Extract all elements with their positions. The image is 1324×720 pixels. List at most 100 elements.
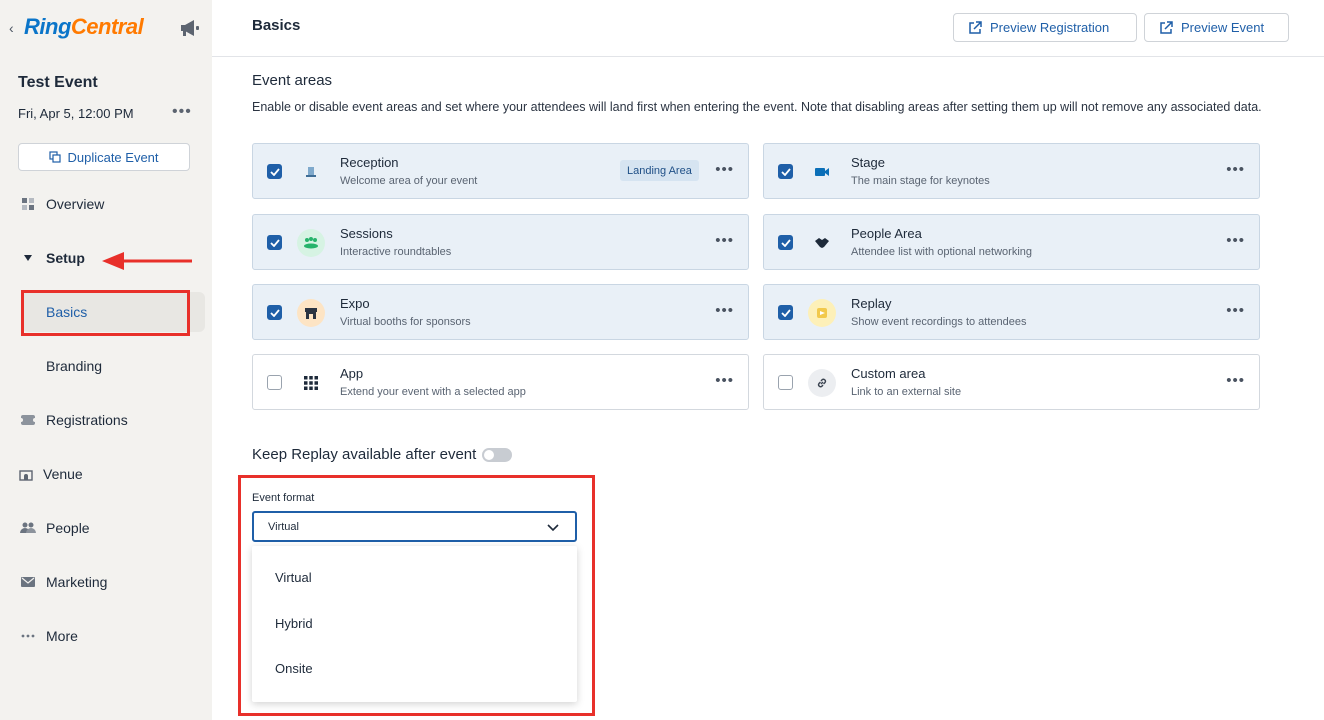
- nav-venue-label: Venue: [43, 466, 83, 482]
- replay-name: Replay: [851, 296, 892, 311]
- brand-row: ‹ RingCentral: [0, 0, 212, 56]
- nav-registrations-label: Registrations: [46, 412, 128, 428]
- preview-registration-label: Preview Registration: [990, 20, 1110, 35]
- area-card-reception[interactable]: Reception Welcome area of your event Lan…: [252, 143, 749, 199]
- duplicate-event-label: Duplicate Event: [67, 149, 159, 165]
- stage-name: Stage: [851, 155, 885, 170]
- ticket-icon: [20, 412, 36, 428]
- reception-more-menu-icon[interactable]: •••: [715, 161, 734, 178]
- overview-grid-icon: [20, 196, 36, 212]
- keep-replay-row: Keep Replay available after event: [252, 446, 513, 463]
- people-area-more-menu-icon[interactable]: •••: [1226, 232, 1245, 249]
- expo-name: Expo: [340, 296, 370, 311]
- nav-people[interactable]: People: [0, 508, 212, 548]
- nav-overview[interactable]: Overview: [0, 184, 212, 224]
- logo-text-central: Central: [70, 14, 144, 39]
- custom-area-checkbox[interactable]: [778, 375, 793, 390]
- replay-more-menu-icon[interactable]: •••: [1226, 302, 1245, 319]
- people-area-name: People Area: [851, 226, 922, 241]
- replay-desc: Show event recordings to attendees: [851, 316, 1027, 328]
- preview-event-button[interactable]: Preview Event: [1144, 13, 1289, 42]
- sessions-name: Sessions: [340, 226, 393, 241]
- event-areas-description: Enable or disable event areas and set wh…: [252, 100, 1262, 114]
- event-format-label: Event format: [252, 492, 315, 504]
- event-format-select[interactable]: Virtual: [252, 511, 577, 542]
- area-card-people[interactable]: People Area Attendee list with optional …: [763, 214, 1260, 270]
- expo-checkbox[interactable]: [267, 305, 282, 320]
- nav-venue[interactable]: Venue: [0, 454, 212, 494]
- format-option-onsite[interactable]: Onsite: [252, 646, 577, 690]
- external-link-icon: [1160, 20, 1173, 34]
- area-card-custom[interactable]: Custom area Link to an external site •••: [763, 354, 1260, 410]
- area-card-app[interactable]: App Extend your event with a selected ap…: [252, 354, 749, 410]
- app-checkbox[interactable]: [267, 375, 282, 390]
- people-area-desc: Attendee list with optional networking: [851, 246, 1032, 258]
- reception-desk-icon: [297, 158, 325, 186]
- nav-branding-label: Branding: [46, 358, 103, 374]
- preview-registration-button[interactable]: Preview Registration: [953, 13, 1137, 42]
- external-link-icon: [969, 20, 982, 34]
- nav-basics-label: Basics: [46, 304, 88, 320]
- nav-setup[interactable]: Setup: [0, 238, 212, 278]
- nav-people-label: People: [46, 520, 90, 536]
- megaphone-icon[interactable]: [178, 17, 202, 39]
- nav-overview-label: Overview: [46, 196, 105, 212]
- event-format-selected: Virtual: [268, 520, 299, 533]
- area-card-replay[interactable]: Replay Show event recordings to attendee…: [763, 284, 1260, 340]
- sessions-more-menu-icon[interactable]: •••: [715, 232, 734, 249]
- app-more-menu-icon[interactable]: •••: [715, 372, 734, 389]
- reception-desc: Welcome area of your event: [340, 175, 478, 187]
- back-chevron-icon[interactable]: ‹: [9, 20, 14, 36]
- copy-icon: [49, 151, 62, 163]
- event-date: Fri, Apr 5, 12:00 PM: [18, 106, 134, 121]
- nav-setup-label: Setup: [46, 250, 85, 266]
- event-format-dropdown: Virtual Hybrid Onsite: [252, 546, 577, 702]
- link-icon: [808, 369, 836, 397]
- reception-checkbox[interactable]: [267, 164, 282, 179]
- area-card-sessions[interactable]: Sessions Interactive roundtables •••: [252, 214, 749, 270]
- keep-replay-label: Keep Replay available after event: [252, 446, 477, 463]
- nav-more-label: More: [46, 628, 78, 644]
- venue-icon: [18, 466, 34, 482]
- header: Basics Preview Registration Preview Even…: [212, 0, 1324, 57]
- more-dots-icon: [20, 628, 36, 644]
- ringcentral-logo[interactable]: RingCentral: [24, 14, 144, 40]
- video-camera-icon: [808, 158, 836, 186]
- app-grid-icon: [297, 369, 325, 397]
- area-card-expo[interactable]: Expo Virtual booths for sponsors •••: [252, 284, 749, 340]
- custom-area-more-menu-icon[interactable]: •••: [1226, 372, 1245, 389]
- booth-icon: [297, 299, 325, 327]
- nav-marketing[interactable]: Marketing: [0, 562, 212, 602]
- logo-text-ring: Ring: [24, 14, 71, 39]
- nav-branding[interactable]: Branding: [22, 346, 205, 386]
- stage-checkbox[interactable]: [778, 164, 793, 179]
- keep-replay-toggle[interactable]: [482, 447, 513, 462]
- duplicate-event-button[interactable]: Duplicate Event: [18, 143, 190, 171]
- sidebar: ‹ RingCentral Test Event Fri, Apr 5, 12:…: [0, 0, 212, 720]
- people-area-checkbox[interactable]: [778, 235, 793, 250]
- nav-more[interactable]: More: [0, 616, 212, 656]
- page-title: Basics: [252, 17, 301, 34]
- format-option-virtual[interactable]: Virtual: [252, 555, 577, 599]
- replay-checkbox[interactable]: [778, 305, 793, 320]
- chevron-down-icon: [547, 524, 559, 532]
- event-title: Test Event: [18, 74, 98, 91]
- sessions-desc: Interactive roundtables: [340, 246, 452, 258]
- roundtable-icon: [297, 229, 325, 257]
- sessions-checkbox[interactable]: [267, 235, 282, 250]
- nav-basics[interactable]: Basics: [22, 292, 205, 332]
- people-icon: [20, 520, 36, 536]
- event-more-menu-icon[interactable]: •••: [172, 103, 192, 121]
- stage-more-menu-icon[interactable]: •••: [1226, 161, 1245, 178]
- replay-icon: [808, 299, 836, 327]
- expo-more-menu-icon[interactable]: •••: [715, 302, 734, 319]
- area-card-stage[interactable]: Stage The main stage for keynotes •••: [763, 143, 1260, 199]
- custom-area-desc: Link to an external site: [851, 386, 962, 398]
- nav-marketing-label: Marketing: [46, 574, 108, 590]
- custom-area-name: Custom area: [851, 366, 926, 381]
- preview-event-label: Preview Event: [1181, 20, 1265, 35]
- mail-icon: [20, 574, 36, 590]
- nav-registrations[interactable]: Registrations: [0, 400, 212, 440]
- format-option-hybrid[interactable]: Hybrid: [252, 601, 577, 645]
- app-desc: Extend your event with a selected app: [340, 386, 526, 398]
